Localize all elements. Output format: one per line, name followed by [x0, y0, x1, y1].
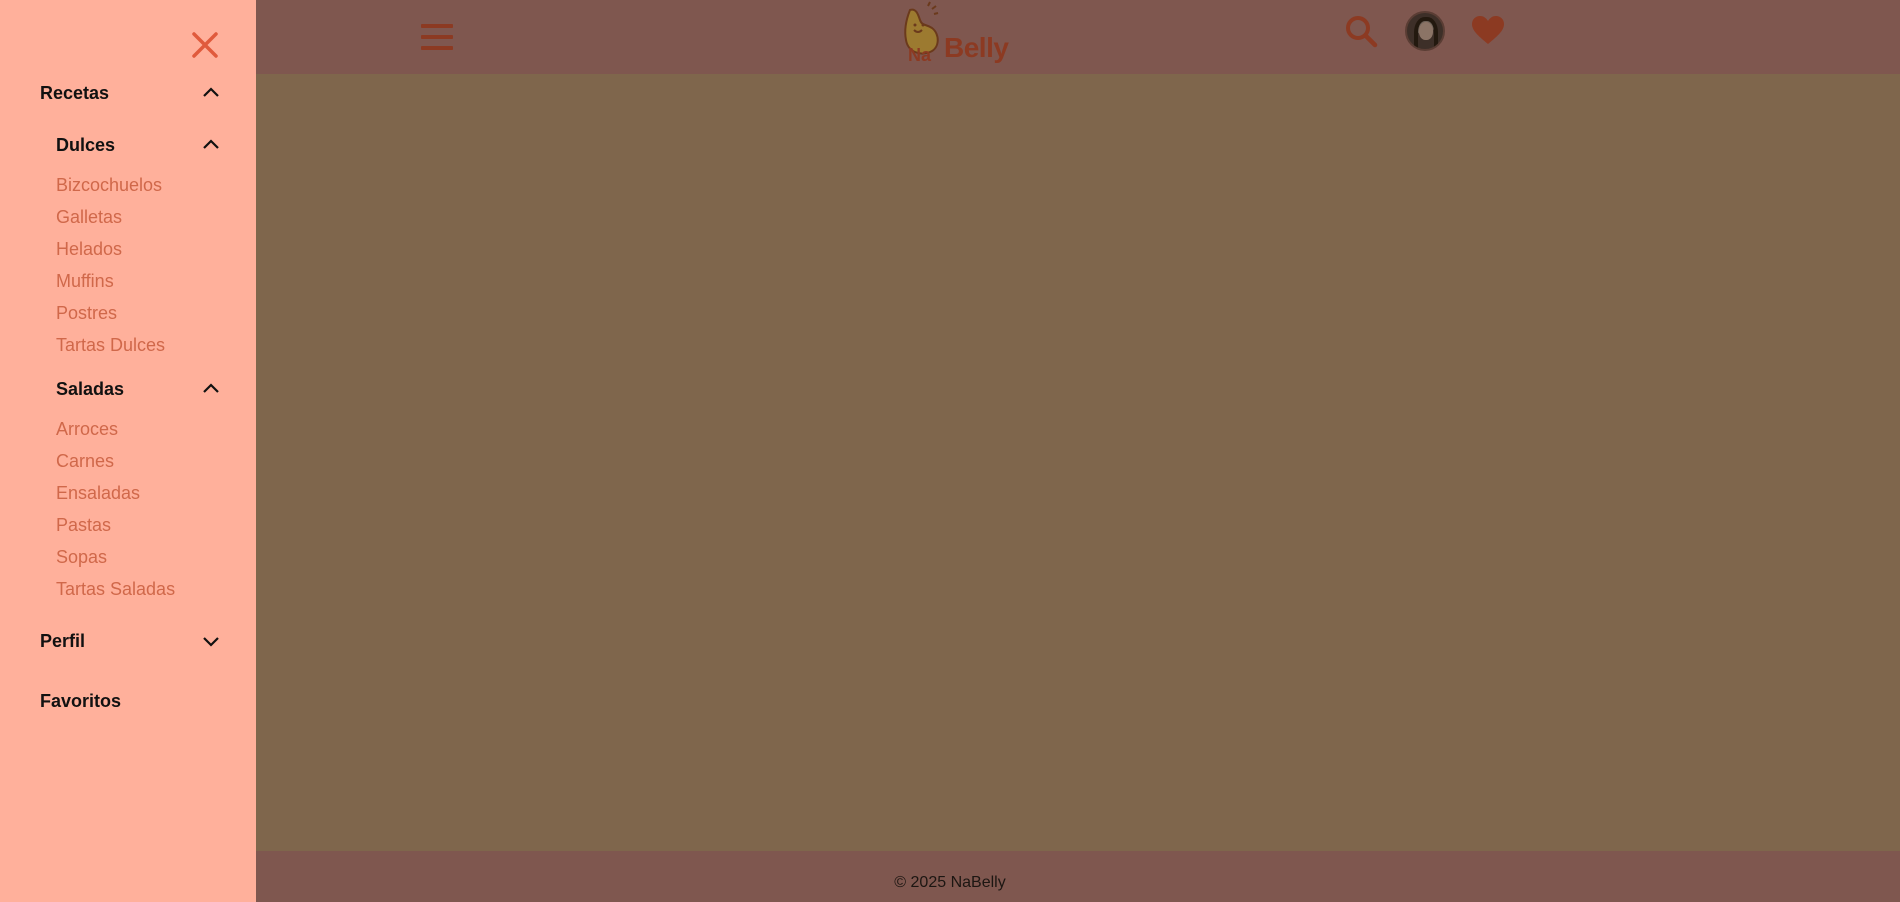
sidebar-subitem-label: Dulces	[56, 134, 116, 155]
chevron-up-icon[interactable]	[202, 136, 220, 154]
chevron-down-icon[interactable]	[202, 632, 220, 650]
category-link-bizcochuelos[interactable]: Bizcochuelos	[56, 174, 162, 196]
category-link-carnes[interactable]: Carnes	[56, 450, 114, 472]
heart-icon[interactable]	[1471, 15, 1505, 45]
category-link-pastas[interactable]: Pastas	[56, 514, 111, 536]
site-header: Na Belly	[0, 0, 1900, 74]
sidebar-subitem-saladas[interactable]: Saladas	[56, 376, 220, 402]
sidebar-item-label: Recetas	[40, 82, 110, 103]
category-link-arroces[interactable]: Arroces	[56, 418, 118, 440]
category-link-galletas[interactable]: Galletas	[56, 206, 122, 228]
hamburger-icon[interactable]	[420, 20, 454, 54]
chevron-up-icon[interactable]	[202, 84, 220, 102]
stomach-mascot-icon: Na	[904, 1, 939, 64]
site-logo[interactable]: Na Belly	[900, 0, 1009, 64]
main-content-dimmed	[0, 74, 1900, 851]
sidebar-item-label: Perfil	[40, 630, 86, 651]
close-icon[interactable]	[191, 31, 219, 59]
copyright-text: © 2025 NaBelly	[894, 873, 1006, 891]
category-link-ensaladas[interactable]: Ensaladas	[56, 482, 140, 504]
category-link-tartas-saladas[interactable]: Tartas Saladas	[56, 578, 175, 600]
brand-name: Belly	[944, 32, 1009, 63]
category-link-tartas-dulces[interactable]: Tartas Dulces	[56, 334, 165, 356]
avatar[interactable]	[1405, 11, 1445, 51]
sidebar-item-label: Favoritos	[40, 690, 122, 711]
sidebar-subitem-dulces[interactable]: Dulces	[56, 132, 220, 158]
sidebar-item-favoritos[interactable]: Favoritos	[40, 688, 220, 714]
chevron-up-icon[interactable]	[202, 380, 220, 398]
brand-prefix: Na	[908, 45, 932, 64]
category-link-helados[interactable]: Helados	[56, 238, 122, 260]
category-link-muffins[interactable]: Muffins	[56, 270, 114, 292]
category-link-sopas[interactable]: Sopas	[56, 546, 107, 568]
search-icon[interactable]	[1344, 14, 1378, 48]
site-footer: © 2025 NaBelly	[0, 851, 1900, 902]
sidebar-item-recetas[interactable]: Recetas	[40, 80, 220, 106]
sidebar-drawer: Recetas Dulces Bizcochuelos Galletas Hel…	[0, 0, 256, 902]
sidebar-item-perfil[interactable]: Perfil	[40, 628, 220, 654]
category-link-postres[interactable]: Postres	[56, 302, 117, 324]
sidebar-subitem-label: Saladas	[56, 378, 125, 399]
